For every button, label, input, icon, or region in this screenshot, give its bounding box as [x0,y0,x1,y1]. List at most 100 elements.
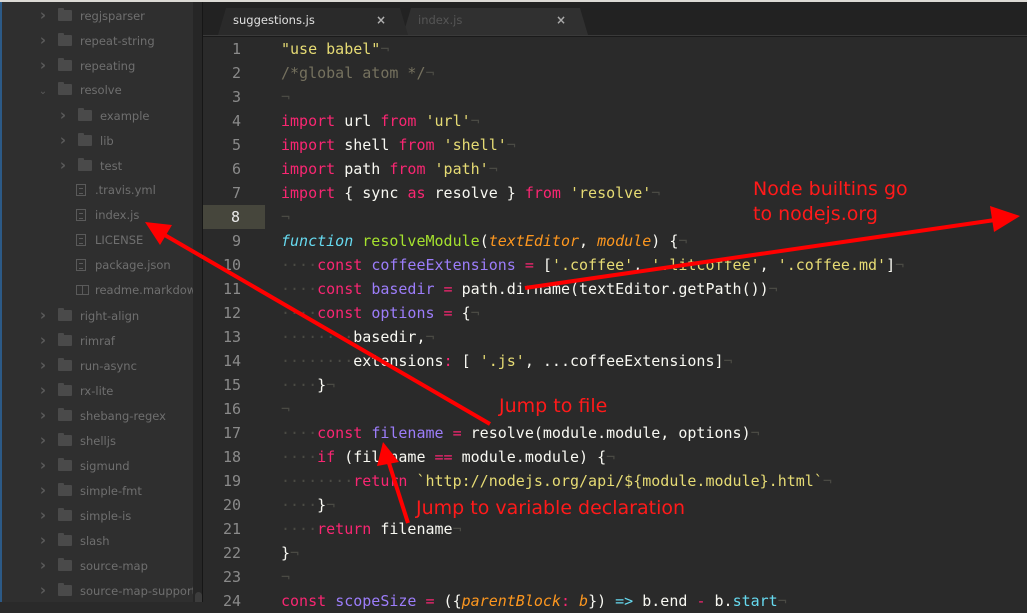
code-line[interactable]: ····const basedir = path.dirname(textEdi… [281,277,778,301]
chevron-right-icon[interactable]: › [36,3,50,28]
chevron-right-icon[interactable]: › [36,528,50,553]
tree-folder[interactable]: › shebang-regex [36,403,166,428]
code-line[interactable]: import url from 'url'¬ [281,109,480,133]
code-line[interactable]: import path from 'path'¬ [281,157,498,181]
code-token: = [443,424,462,442]
tree-folder[interactable]: › rx-lite [36,378,113,403]
tree-folder[interactable]: ⌄ resolve [36,78,122,103]
chevron-right-icon[interactable]: › [36,353,50,378]
code-token: ···· [281,280,318,298]
code-line[interactable]: ¬ [281,565,290,589]
tree-folder[interactable]: › simple-fmt [36,478,142,503]
tree-file[interactable]: LICENSE [76,228,143,253]
code-line[interactable]: ········extensions: [ '.js', ...coffeeEx… [281,349,733,373]
code-line[interactable]: const scopeSize = ({parentBlock: b}) => … [281,589,787,613]
code-token: ¬ [470,112,480,130]
line-number: 4 [231,112,241,130]
code-token: = [434,280,453,298]
tree-folder[interactable]: › shelljs [36,428,116,453]
chevron-right-icon[interactable]: › [36,453,50,478]
code-token: path [344,160,390,178]
line-number: 9 [231,232,241,250]
tree-folder[interactable]: › repeating [36,53,135,78]
code-token: return [353,472,408,490]
scrollbar-thumb[interactable] [195,592,202,602]
code-line[interactable]: ¬ [281,205,290,229]
tree-folder[interactable]: › example [56,103,150,128]
code-token: import [281,112,345,130]
tree-file[interactable]: readme.markdown [76,278,193,303]
code-line[interactable]: "use babel"¬ [281,37,389,61]
code-token: import [281,136,345,154]
code-line[interactable]: ¬ [281,85,290,109]
chevron-right-icon[interactable]: › [36,428,50,453]
tree-folder[interactable]: › sigmund [36,453,130,478]
tree-folder[interactable]: › test [56,153,122,178]
code-token: as [407,184,426,202]
code-token: [ [452,352,480,370]
tree-file[interactable]: .travis.yml [76,178,156,203]
code-token: ¬ [281,88,291,106]
tree-folder[interactable]: › regjsparser [36,3,145,28]
chevron-right-icon[interactable]: › [36,303,50,328]
code-token: ¬ [678,232,688,250]
chevron-right-icon[interactable]: › [36,553,50,578]
tree-folder[interactable]: › right-align [36,303,139,328]
folder-icon [58,58,72,71]
chevron-right-icon[interactable]: › [36,328,50,353]
tree-folder[interactable]: › repeat-string [36,28,155,53]
code-line[interactable]: ¬ [281,397,290,421]
chevron-right-icon[interactable]: › [36,503,50,528]
tree-folder[interactable]: › rimraf [36,328,115,353]
chevron-right-icon[interactable]: › [36,403,50,428]
code-line[interactable]: import { sync as resolve } from 'resolve… [281,181,660,205]
tree-folder[interactable]: › source-map [36,553,148,578]
tree-item-label: readme.markdown [95,283,193,297]
chevron-right-icon[interactable]: › [36,28,50,53]
tab-suggestions-js[interactable]: suggestions.js × [218,8,408,35]
line-number: 15 [222,376,241,394]
chevron-right-icon[interactable]: › [36,378,50,403]
code-token: '.litcoffee' [651,256,760,274]
chevron-right-icon[interactable]: › [36,53,50,78]
code-line[interactable]: ····const options = {¬ [281,301,480,325]
code-line[interactable]: import shell from 'shell'¬ [281,133,516,157]
chevron-right-icon[interactable]: › [56,153,70,178]
chevron-right-icon[interactable]: › [36,578,50,602]
close-icon[interactable]: × [556,8,566,33]
code-line[interactable]: ····}¬ [281,373,335,397]
tree-folder[interactable]: › run-async [36,353,137,378]
code-token: ···· [281,520,318,538]
code-line[interactable]: }¬ [281,541,299,565]
code-line[interactable]: ····const coffeeExtensions = ['.coffee',… [281,253,904,277]
tree-file[interactable]: package.json [76,253,171,278]
tree-folder[interactable]: › simple-is [36,503,131,528]
code-token: url [344,112,381,130]
tree-folder[interactable]: › source-map-support [36,578,193,602]
tree-item-label: rimraf [80,334,115,348]
tree-item-label: package.json [95,258,171,272]
code-line[interactable]: /*global atom */¬ [281,61,435,85]
code-token: const [317,424,363,442]
tree-file[interactable]: index.js [76,203,139,228]
tree-folder[interactable]: › slash [36,528,110,553]
code-line[interactable]: function resolveModule(textEditor, modul… [281,229,687,253]
code-line[interactable]: ········basedir,¬ [281,325,435,349]
tree-item-label: sigmund [80,459,130,473]
code-line[interactable]: ····const filename = resolve(module.modu… [281,421,760,445]
code-line[interactable]: ····return filename¬ [281,517,462,541]
code-token: 'shell' [434,136,507,154]
tree-folder[interactable]: › lib [56,128,114,153]
chevron-right-icon[interactable]: › [56,128,70,153]
chevron-right-icon[interactable]: › [56,103,70,128]
code-token: ¬ [425,64,435,82]
close-icon[interactable]: × [376,8,386,33]
line-number: 18 [222,448,241,466]
chevron-down-icon[interactable]: ⌄ [36,79,50,104]
chevron-right-icon[interactable]: › [36,478,50,503]
code-line[interactable]: ····if (filename == module.module) {¬ [281,445,615,469]
code-line[interactable]: ····}¬ [281,493,335,517]
code-line[interactable]: ········return `http://nodejs.org/api/${… [281,469,832,493]
folder-icon [58,583,72,596]
tab-index-js[interactable]: index.js × [403,8,588,35]
